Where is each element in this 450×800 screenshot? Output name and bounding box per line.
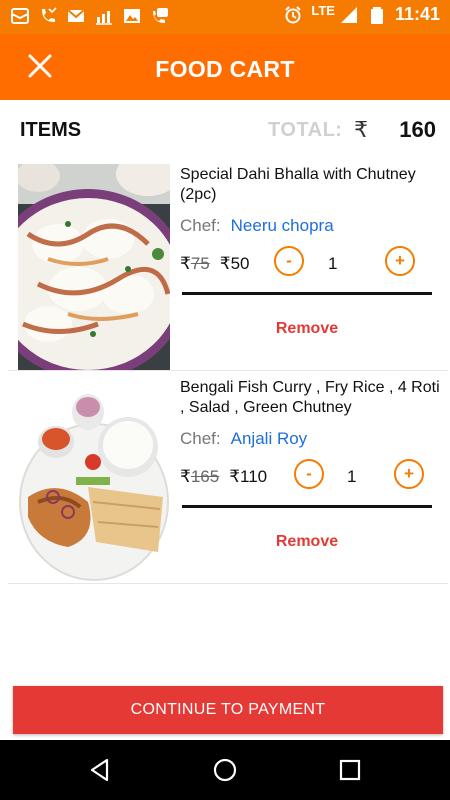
total-value: 160	[399, 117, 436, 142]
discounted-price: 50	[230, 254, 250, 273]
app-bar: FOOD CART	[0, 34, 450, 100]
chef-name-link[interactable]: Neeru chopra	[231, 216, 334, 235]
chef-label: Chef:	[180, 429, 221, 448]
divider	[182, 292, 432, 295]
chef-name-link[interactable]: Anjali Roy	[231, 429, 308, 448]
notification-app-icon	[10, 6, 30, 26]
recent-apps-icon	[339, 759, 361, 781]
cart-summary-header: ITEMS TOTAL: ₹ 160	[0, 100, 450, 158]
remove-item-button[interactable]: Remove	[182, 320, 432, 338]
original-price: 165	[190, 467, 220, 486]
signal-icon	[339, 5, 359, 25]
rupee-icon: ₹	[219, 254, 231, 273]
chef-row: Chef: Anjali Roy	[180, 429, 307, 449]
price-row: ₹75 ₹50	[180, 254, 250, 274]
remove-item-button[interactable]: Remove	[182, 533, 432, 551]
continue-to-payment-button[interactable]: CONTINUE TO PAYMENT	[13, 686, 443, 734]
gallery-icon	[122, 6, 142, 26]
page-title: FOOD CART	[155, 56, 295, 82]
back-button[interactable]	[86, 756, 114, 784]
battery-icon	[367, 5, 387, 25]
home-icon	[213, 758, 237, 782]
chef-label: Chef:	[180, 216, 221, 235]
system-nav-bar	[0, 740, 450, 800]
cart-item: Bengali Fish Curry , Fry Rice , 4 Roti ,…	[8, 371, 448, 584]
price-row: ₹165 ₹110	[180, 467, 267, 487]
back-icon	[90, 758, 109, 782]
network-type: LTE	[311, 3, 335, 18]
recent-apps-button[interactable]	[336, 756, 364, 784]
home-button[interactable]	[211, 756, 239, 784]
rupee-icon: ₹	[180, 254, 191, 273]
call-icon	[150, 6, 170, 26]
original-price: 75	[190, 254, 210, 273]
chart-icon	[94, 6, 114, 26]
items-heading: ITEMS	[20, 119, 82, 141]
decrease-quantity-button[interactable]: -	[274, 246, 304, 276]
alarm-icon	[283, 5, 303, 25]
food-image-fish-curry-thali	[18, 377, 170, 583]
item-name: Special Dahi Bhalla with Chutney (2pc)	[180, 166, 416, 203]
rupee-icon: ₹	[229, 467, 241, 486]
quantity-value: 1	[328, 254, 338, 273]
rupee-icon: ₹	[180, 467, 191, 486]
total-label: TOTAL:	[268, 119, 343, 141]
increase-quantity-button[interactable]: +	[394, 459, 424, 489]
quantity-value: 1	[347, 467, 357, 486]
rupee-icon: ₹	[354, 117, 368, 142]
discounted-price: 110	[240, 467, 268, 486]
item-name: Bengali Fish Curry , Fry Rice , 4 Roti ,…	[180, 379, 440, 416]
cart-item: Special Dahi Bhalla with Chutney (2pc) C…	[8, 158, 448, 371]
decrease-quantity-button[interactable]: -	[294, 459, 324, 489]
status-bar: LTE 11:41	[0, 0, 450, 34]
missed-call-icon	[38, 6, 58, 26]
divider	[182, 505, 432, 508]
gmail-icon	[66, 6, 86, 26]
chef-row: Chef: Neeru chopra	[180, 216, 334, 236]
clock: 11:41	[394, 4, 440, 24]
increase-quantity-button[interactable]: +	[385, 246, 415, 276]
food-image-dahi-bhalla	[18, 164, 170, 370]
